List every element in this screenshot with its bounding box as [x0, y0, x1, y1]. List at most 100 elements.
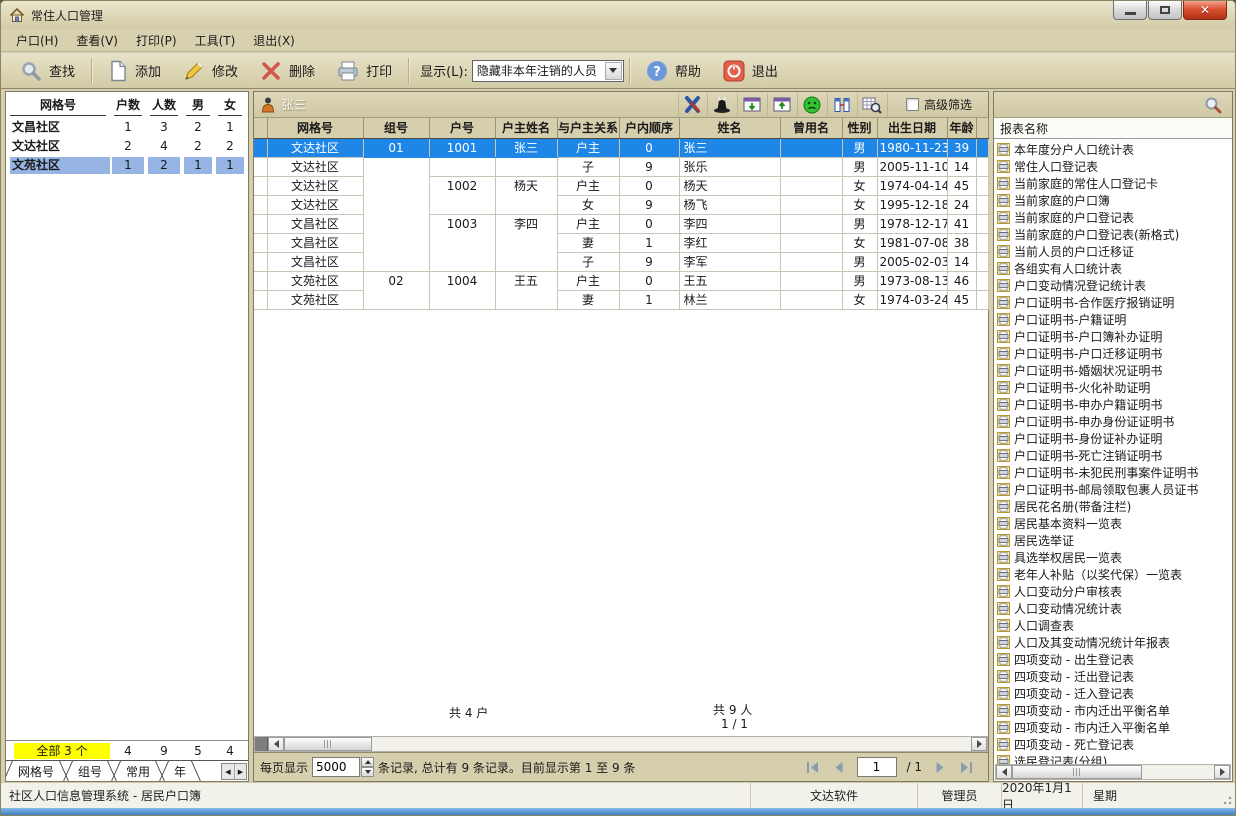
scroll-right-button[interactable] — [1214, 765, 1230, 779]
exit-button[interactable]: 退出 — [712, 56, 789, 86]
report-item[interactable]: 居民花名册(带备注栏) — [997, 498, 1232, 515]
menu-item[interactable]: 查看(V) — [67, 29, 127, 52]
next-page-icon[interactable] — [932, 760, 948, 775]
maximize-button[interactable] — [1148, 1, 1182, 20]
scrollbar-track[interactable] — [372, 737, 971, 751]
report-item[interactable]: 当前家庭的常住人口登记卡 — [997, 175, 1232, 192]
column-header[interactable] — [254, 118, 267, 138]
column-header[interactable]: 与户主关系 — [557, 118, 619, 138]
scrollbar-thumb[interactable] — [284, 737, 372, 751]
table-row[interactable]: 文达社区1002杨天户主0杨天女1974-04-1445 — [254, 176, 988, 195]
column-header[interactable]: 性别 — [842, 118, 877, 138]
column-header[interactable]: 姓名 — [679, 118, 780, 138]
column-header[interactable] — [976, 118, 988, 138]
report-item[interactable]: 户口证明书-申办户籍证明书 — [997, 396, 1232, 413]
minimize-button[interactable] — [1113, 1, 1147, 20]
report-item[interactable]: 常住人口登记表 — [997, 158, 1232, 175]
sheet-tab-1[interactable]: 网格号 — [6, 761, 66, 781]
report-item[interactable]: 具选举权居民一览表 — [997, 549, 1232, 566]
help-button[interactable]: ? 帮助 — [635, 56, 712, 86]
scrollbar-thumb[interactable] — [1012, 765, 1142, 779]
report-item[interactable]: 人口变动分户审核表 — [997, 583, 1232, 600]
last-page-icon[interactable] — [958, 760, 974, 775]
column-header[interactable]: 户主姓名 — [495, 118, 557, 138]
scroll-right-button[interactable] — [971, 737, 987, 751]
report-item[interactable]: 人口变动情况统计表 — [997, 600, 1232, 617]
report-search-icon[interactable] — [1204, 96, 1222, 114]
report-item[interactable]: 四项变动 - 市内迁入平衡名单 — [997, 719, 1232, 736]
menu-item[interactable]: 工具(T) — [186, 29, 245, 52]
table-row[interactable]: 文苑社区021004王五户主0王五男1973-08-1346 — [254, 271, 988, 290]
column-header[interactable]: 组号 — [363, 118, 429, 138]
report-item[interactable]: 户口证明书-户籍证明 — [997, 311, 1232, 328]
report-item[interactable]: 户口证明书-邮局领取包裹人员证书 — [997, 481, 1232, 498]
report-item[interactable]: 户口证明书-申办身份证证明书 — [997, 413, 1232, 430]
magic-wizard-button[interactable] — [708, 93, 738, 117]
report-item[interactable]: 当前家庭的户口登记表 — [997, 209, 1232, 226]
report-item[interactable]: 各组实有人口统计表 — [997, 260, 1232, 277]
tab-scroll-left-icon[interactable]: ◀ — [222, 764, 234, 779]
scrollbar-track[interactable] — [1142, 765, 1214, 779]
table-search-button[interactable] — [858, 93, 888, 117]
spinner-down-button[interactable] — [361, 767, 374, 777]
report-item[interactable]: 户口证明书-死亡注销证明书 — [997, 447, 1232, 464]
resize-grip[interactable] — [1222, 795, 1232, 805]
find-button[interactable]: 查找 — [9, 56, 86, 86]
window-up-button[interactable] — [768, 93, 798, 117]
table-row[interactable]: 文昌社区子9李军男2005-02-0314 — [254, 252, 988, 271]
menu-item[interactable]: 打印(P) — [127, 29, 186, 52]
print-button[interactable]: 打印 — [326, 56, 403, 86]
per-page-input[interactable] — [312, 757, 360, 777]
report-item[interactable]: 四项变动 - 死亡登记表 — [997, 736, 1232, 753]
excel-export-button[interactable] — [678, 93, 708, 117]
report-item[interactable]: 户口证明书-火化补助证明 — [997, 379, 1232, 396]
scroll-left-button[interactable] — [996, 765, 1012, 779]
menu-item[interactable]: 户口(H) — [7, 29, 67, 52]
columns-layout-button[interactable] — [828, 93, 858, 117]
close-button[interactable]: ✕ — [1183, 1, 1227, 20]
tab-scroll-right-icon[interactable]: ▶ — [234, 764, 246, 779]
report-item[interactable]: 当前人员的户口迁移证 — [997, 243, 1232, 260]
advanced-filter-toggle[interactable]: 高级筛选 — [906, 96, 972, 113]
report-item[interactable]: 四项变动 - 出生登记表 — [997, 651, 1232, 668]
sheet-tab-3[interactable]: 常用 — [114, 761, 162, 781]
report-item[interactable]: 四项变动 - 迁出登记表 — [997, 668, 1232, 685]
column-header[interactable]: 曾用名 — [780, 118, 842, 138]
left-grid-row[interactable]: 文昌社区1321 — [6, 118, 248, 137]
report-item[interactable]: 人口调查表 — [997, 617, 1232, 634]
table-row[interactable]: 文昌社区妻1李红女1981-07-0838 — [254, 233, 988, 252]
report-item[interactable]: 居民基本资料一览表 — [997, 515, 1232, 532]
add-button[interactable]: 添加 — [97, 56, 172, 86]
report-item[interactable]: 当前家庭的户口簿 — [997, 192, 1232, 209]
column-header[interactable]: 户号 — [429, 118, 495, 138]
report-item[interactable]: 户口证明书-户口迁移证明书 — [997, 345, 1232, 362]
report-item[interactable]: 户口证明书-婚姻状况证明书 — [997, 362, 1232, 379]
left-grid-row[interactable]: 文苑社区1211 — [6, 156, 248, 175]
table-row[interactable]: 文达社区011001张三户主0张三男1980-11-2339 — [254, 138, 988, 157]
report-item[interactable]: 户口证明书-户口簿补办证明 — [997, 328, 1232, 345]
scroll-left-button[interactable] — [268, 737, 284, 751]
report-item[interactable]: 当前家庭的户口登记表(新格式) — [997, 226, 1232, 243]
edit-button[interactable]: 修改 — [172, 56, 249, 86]
column-header[interactable]: 出生日期 — [877, 118, 947, 138]
sheet-tab-4[interactable]: 年 — [162, 761, 198, 781]
delete-button[interactable]: 删除 — [249, 56, 326, 86]
report-item[interactable]: 户口证明书-身份证补办证明 — [997, 430, 1232, 447]
report-item[interactable]: 户口证明书-未犯民刑事案件证明书 — [997, 464, 1232, 481]
advanced-filter-checkbox[interactable] — [906, 98, 919, 111]
report-item[interactable]: 户口证明书-合作医疗报销证明 — [997, 294, 1232, 311]
column-header[interactable]: 户内顺序 — [619, 118, 679, 138]
table-row[interactable]: 文昌社区1003李四户主0李四男1978-12-1741 — [254, 214, 988, 233]
report-item[interactable]: 老年人补贴（以奖代保）一览表 — [997, 566, 1232, 583]
report-item[interactable]: 人口及其变动情况统计年报表 — [997, 634, 1232, 651]
left-grid-row[interactable]: 文达社区2422 — [6, 137, 248, 156]
first-page-icon[interactable] — [805, 760, 821, 775]
table-row[interactable]: 文达社区子9张乐男2005-11-1014 — [254, 157, 988, 176]
column-header[interactable]: 网格号 — [267, 118, 363, 138]
table-row[interactable]: 文达社区女9杨飞女1995-12-1824 — [254, 195, 988, 214]
main-horizontal-scrollbar[interactable] — [254, 736, 988, 752]
display-filter-select[interactable]: 隐藏非本年注销的人员 — [472, 60, 624, 82]
window-down-button[interactable] — [738, 93, 768, 117]
prev-page-icon[interactable] — [831, 760, 847, 775]
report-item[interactable]: 四项变动 - 市内迁出平衡名单 — [997, 702, 1232, 719]
